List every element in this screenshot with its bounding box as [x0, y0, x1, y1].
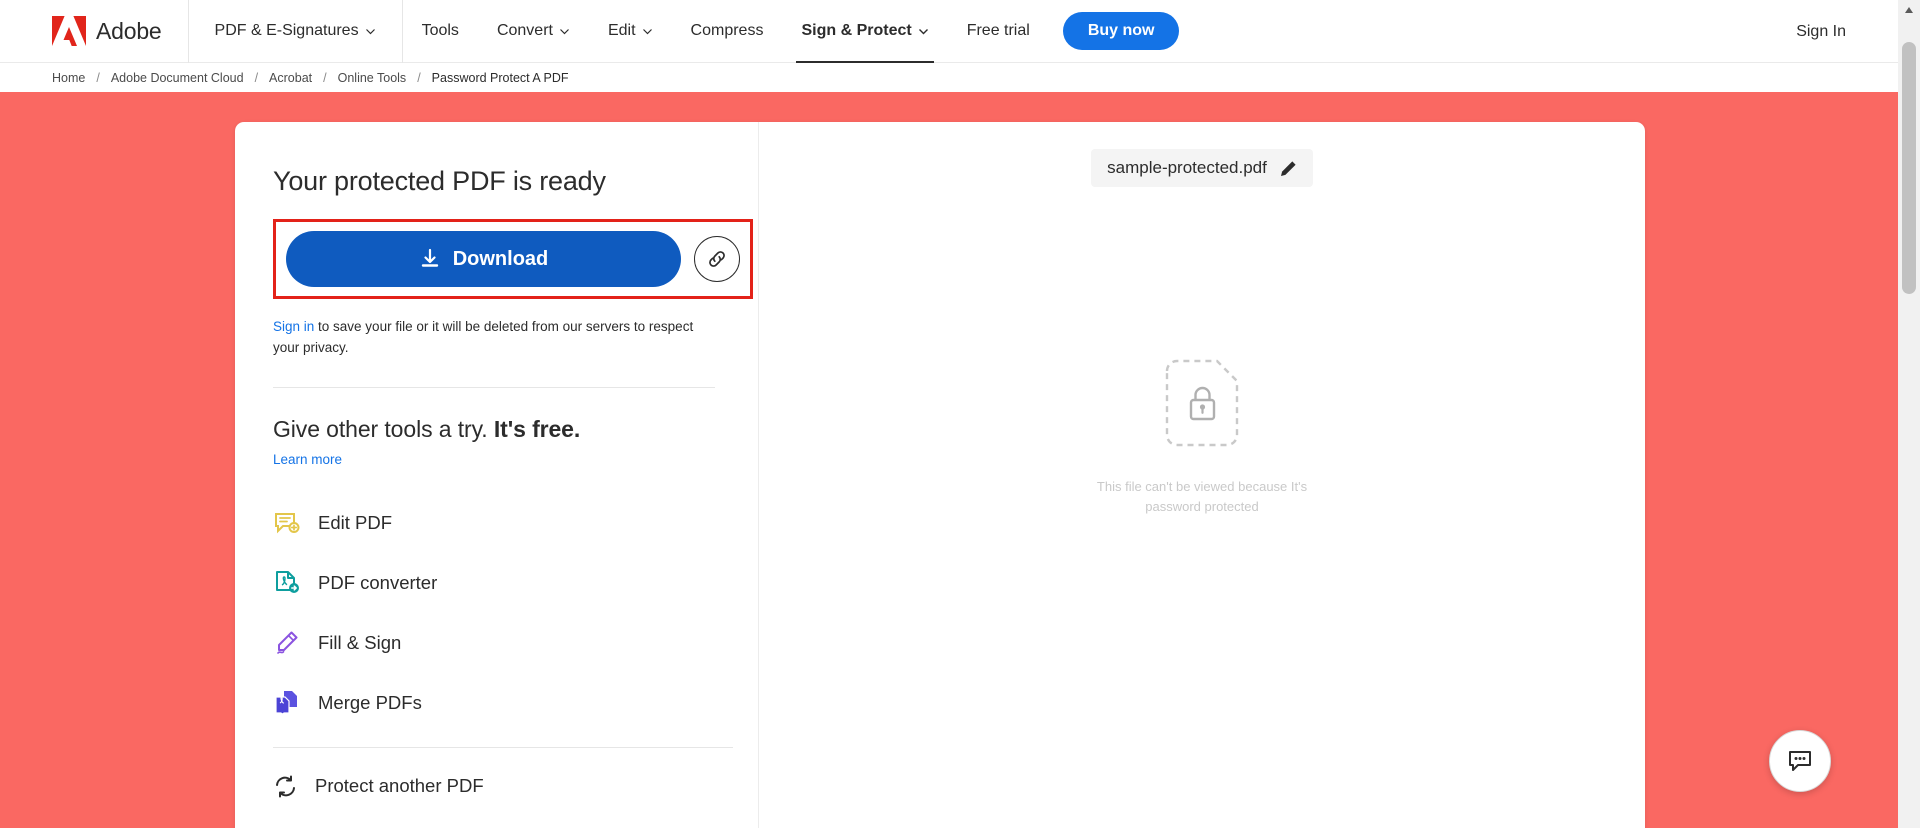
protect-another-pdf-label: Protect another PDF — [315, 775, 484, 797]
pencil-edit-icon[interactable] — [1280, 160, 1297, 177]
other-tools-heading-bold: It's free. — [493, 415, 581, 442]
tool-item-pdf-converter[interactable]: PDF converter — [273, 553, 728, 613]
preview-message: This file can't be viewed because It's p… — [1096, 479, 1308, 514]
save-note-text: to save your file or it will be deleted … — [273, 319, 694, 355]
tool-item-label: Edit PDF — [318, 511, 393, 533]
divider-bottom — [273, 746, 733, 748]
nav-item-label: Free trial — [966, 22, 1030, 39]
tool-item-label: Fill & Sign — [318, 631, 402, 653]
chevron-down-icon — [559, 26, 570, 37]
buy-now-button[interactable]: Buy now — [1062, 12, 1180, 50]
tool-item-label: Merge PDFs — [318, 691, 422, 713]
other-tools-heading-normal: Give other tools a try. — [273, 415, 494, 442]
tool-item-fill-and-sign[interactable]: Fill & Sign — [273, 613, 728, 673]
page-title: Your protected PDF is ready — [273, 166, 606, 196]
nav-item-label: Compress — [690, 22, 764, 39]
nav-item-tools[interactable]: Tools — [403, 0, 478, 63]
breadcrumb-separator: / — [417, 70, 421, 85]
learn-more-link[interactable]: Learn more — [273, 452, 342, 467]
nav-item-label: PDF & E-Signatures — [214, 22, 359, 39]
copy-link-button[interactable] — [694, 236, 740, 282]
breadcrumb-separator: / — [96, 70, 100, 85]
merge-pdfs-icon — [273, 689, 301, 717]
breadcrumb-item-current: Password Protect A PDF — [431, 70, 569, 85]
link-chain-icon — [706, 248, 728, 270]
tool-item-label: PDF converter — [318, 571, 438, 593]
fill-and-sign-icon — [273, 629, 301, 657]
nav-item-sign-and-protect[interactable]: Sign & Protect — [782, 0, 947, 63]
refresh-icon — [273, 774, 298, 799]
nav-item-pdf-esignatures[interactable]: PDF & E-Signatures — [189, 0, 403, 63]
breadcrumb-item-online-tools[interactable]: Online Tools — [338, 71, 407, 85]
nav-item-label: Edit — [607, 22, 636, 39]
top-navigation-bar: Adobe PDF & E-Signatures Tools Convert E… — [0, 0, 1898, 63]
divider — [273, 386, 715, 388]
nav-item-label: Sign & Protect — [801, 22, 912, 39]
adobe-logo-icon — [52, 16, 86, 46]
download-highlight-box: Download — [273, 219, 753, 299]
chevron-down-icon — [365, 26, 376, 37]
nav-item-label: Convert — [496, 22, 553, 39]
chat-bubble-icon — [1786, 747, 1814, 775]
page-root: Adobe PDF & E-Signatures Tools Convert E… — [0, 0, 1920, 828]
workspace-canvas: Your protected PDF is ready Download Sig… — [0, 92, 1898, 828]
chevron-down-icon — [642, 26, 653, 37]
file-name-label: sample-protected.pdf — [1107, 158, 1267, 177]
page-scrollbar[interactable] — [1898, 0, 1920, 828]
nav-item-free-trial[interactable]: Free trial — [948, 0, 1049, 63]
scroll-up-arrow-icon[interactable] — [1898, 0, 1920, 20]
sign-in-inline-link[interactable]: Sign in — [273, 319, 314, 334]
other-tools-heading: Give other tools a try. It's free. — [273, 416, 728, 443]
result-card: Your protected PDF is ready Download Sig… — [235, 122, 1645, 828]
download-button[interactable]: Download — [286, 231, 681, 287]
nav-items: PDF & E-Signatures Tools Convert Edit Co… — [189, 0, 1180, 63]
breadcrumb-item-adobe-document-cloud[interactable]: Adobe Document Cloud — [111, 71, 244, 85]
nav-item-compress[interactable]: Compress — [672, 0, 783, 63]
breadcrumb: Home / Adobe Document Cloud / Acrobat / … — [0, 63, 1898, 92]
file-name-chip: sample-protected.pdf — [1091, 149, 1313, 187]
tool-item-merge-pdfs[interactable]: Merge PDFs — [273, 673, 728, 733]
download-arrow-icon — [419, 248, 441, 270]
chat-support-button[interactable] — [1769, 730, 1831, 792]
pdf-converter-icon — [273, 569, 301, 597]
preview-placeholder: This file can't be viewed because It's p… — [1072, 357, 1332, 516]
adobe-brand-link[interactable]: Adobe — [0, 0, 189, 63]
tool-item-edit-pdf[interactable]: Edit PDF — [273, 493, 728, 553]
breadcrumb-item-home[interactable]: Home — [52, 71, 85, 85]
nav-item-label: Tools — [421, 22, 459, 39]
download-button-label: Download — [452, 247, 549, 270]
tool-list: Edit PDF PDF converter Fill & Sign Merge… — [273, 493, 728, 733]
breadcrumb-item-acrobat[interactable]: Acrobat — [269, 71, 312, 85]
preview-panel: sample-protected.pdf This file can't be … — [759, 122, 1645, 828]
save-file-note: Sign in to save your file or it will be … — [273, 317, 713, 359]
breadcrumb-separator: / — [323, 70, 327, 85]
breadcrumb-separator: / — [254, 70, 259, 85]
left-panel: Your protected PDF is ready Download Sig… — [235, 122, 759, 828]
chevron-down-icon — [918, 26, 929, 37]
nav-item-convert[interactable]: Convert — [478, 0, 589, 63]
protect-another-pdf-button[interactable]: Protect another PDF — [273, 774, 728, 799]
sign-in-link[interactable]: Sign In — [1796, 0, 1846, 63]
locked-document-icon — [1163, 357, 1241, 449]
scrollbar-thumb[interactable] — [1902, 42, 1916, 294]
edit-pdf-icon — [273, 509, 301, 537]
nav-item-edit[interactable]: Edit — [589, 0, 672, 63]
adobe-brand-label: Adobe — [96, 17, 162, 44]
